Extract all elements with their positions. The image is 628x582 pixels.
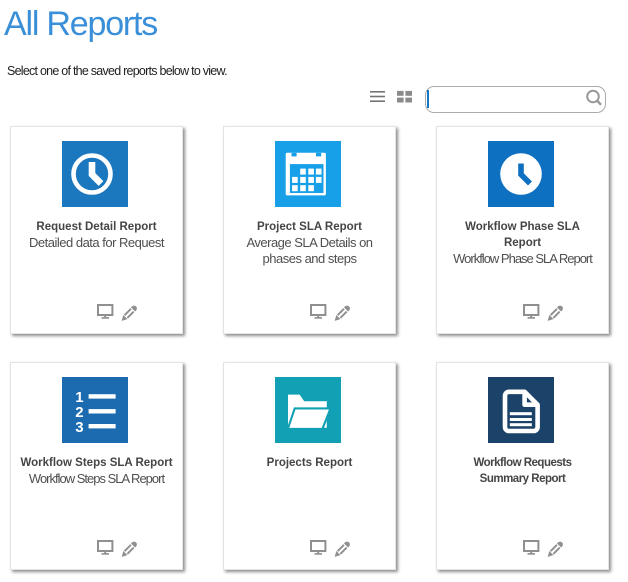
svg-text:3: 3: [75, 419, 83, 436]
